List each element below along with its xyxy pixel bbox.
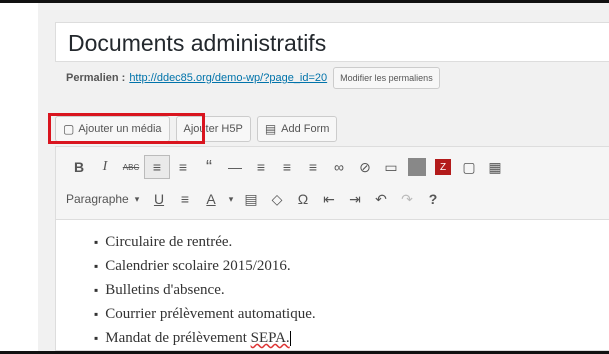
permalink-link[interactable]: http://ddec85.org/demo-wp/?page_id=20 [129,72,327,84]
chevron-down-icon: ▾ [134,193,140,204]
strikethrough-button[interactable]: ABC [118,155,144,179]
table-button[interactable]: ▦ [482,155,508,179]
tinymce-editor: B I ABC ≡ ≡ “ — ≡ ≡ ≡ ∞ ⊘ ▭ ■ Z ▢ ▦ Para… [55,146,609,351]
gallery-button[interactable]: ▢ [456,155,482,179]
italic-button[interactable]: I [92,155,118,179]
justify-button[interactable]: ≡ [172,187,198,211]
permalink-bar: Permalien : http://ddec85.org/demo-wp/?p… [66,66,440,90]
form-icon: ▤ [264,122,277,136]
align-center-button[interactable]: ≡ [274,155,300,179]
format-select[interactable]: Paragraphe ▾ [66,192,146,206]
list-item: Circulaire de rentrée. [94,230,316,254]
editor-toolbar: B I ABC ≡ ≡ “ — ≡ ≡ ≡ ∞ ⊘ ▭ ■ Z ▢ ▦ Para… [56,147,609,220]
highlight-box [48,113,205,144]
list-item: Calendrier scolaire 2015/2016. [94,254,316,278]
undo-button[interactable]: ↶ [368,187,394,211]
align-left-button[interactable]: ≡ [248,155,274,179]
add-form-button[interactable]: ▤ Add Form [256,116,338,142]
outdent-button[interactable]: ⇤ [316,187,342,211]
bold-button[interactable]: B [66,155,92,179]
help-button[interactable]: ? [420,187,446,211]
horizontal-line-button[interactable]: — [222,155,248,179]
zotero-button[interactable]: Z [435,159,451,175]
list-item: Courrier prélèvement automatique. [94,302,315,326]
list-item-text: Mandat de prélèvement [105,330,251,346]
misspelled-word: SEPA. [250,330,290,346]
special-character-button[interactable]: Ω [290,187,316,211]
text-color-button[interactable]: A [198,187,224,211]
redo-button[interactable]: ↷ [394,187,420,211]
toolbar-toggle-button[interactable]: ■ [408,158,426,176]
bullet-list: Circulaire de rentrée. Calendrier scolai… [94,230,316,350]
toolbar-row-1: B I ABC ≡ ≡ “ — ≡ ≡ ≡ ∞ ⊘ ▭ ■ Z ▢ ▦ [66,153,508,181]
blockquote-button[interactable]: “ [196,155,222,179]
read-more-button[interactable]: ▭ [378,155,404,179]
indent-button[interactable]: ⇥ [342,187,368,211]
format-select-value: Paragraphe [66,192,129,206]
clear-formatting-button[interactable]: ◇ [264,187,290,211]
paste-text-button[interactable]: ▤ [238,187,264,211]
add-form-label: Add Form [281,123,330,135]
list-item: Bulletins d'absence. [94,278,316,302]
list-item: Mandat de prélèvement SEPA. [94,326,316,350]
align-right-button[interactable]: ≡ [300,155,326,179]
underline-button[interactable]: U [146,187,172,211]
toolbar-row-2: Paragraphe ▾ U ≡ A ▾ ▤ ◇ Ω ⇤ ⇥ ↶ ↷ ? [66,185,446,213]
bullet-list-button[interactable]: ≡ [144,155,170,179]
numbered-list-button[interactable]: ≡ [170,155,196,179]
text-color-dropdown[interactable]: ▾ [224,187,238,211]
post-title-field[interactable]: Documents administratifs [55,22,609,62]
text-cursor [289,331,291,347]
remove-link-button[interactable]: ⊘ [352,155,378,179]
insert-link-button[interactable]: ∞ [326,155,352,179]
post-title: Documents administratifs [68,30,327,56]
edit-permalink-button[interactable]: Modifier les permaliens [333,67,440,89]
permalink-label: Permalien : [66,72,126,84]
